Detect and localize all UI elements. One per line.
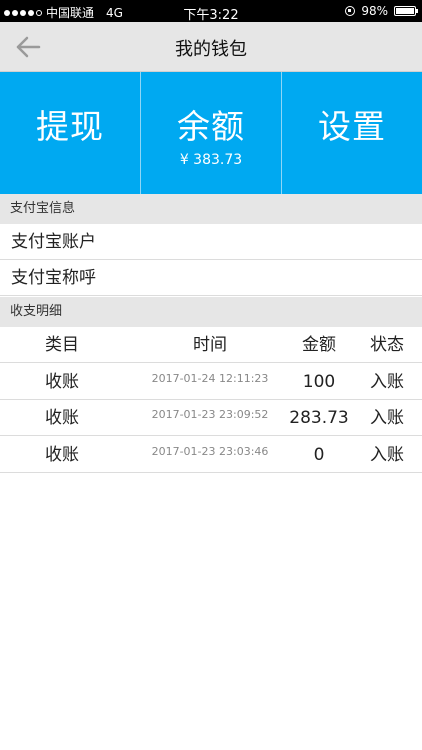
status-bar: 中国联通 4G 下午3:22 98% [0, 0, 422, 23]
wallet-actions: 提现 余额 ¥ 383.73 设置 [0, 72, 422, 194]
nav-bar: 我的钱包 [0, 22, 422, 72]
column-time: 时间 [193, 335, 227, 355]
ledger-table-header: 类目 时间 金额 状态 [0, 327, 422, 363]
row-amount: 283.73 [289, 408, 349, 428]
row-category: 收账 [45, 372, 79, 392]
battery-icon [394, 6, 418, 16]
table-row[interactable]: 收账 2017-01-23 23:03:46 0 入账 [0, 437, 422, 473]
column-status: 状态 [370, 335, 404, 355]
row-category: 收账 [45, 445, 79, 465]
withdraw-label: 提现 [36, 107, 104, 146]
row-time: 2017-01-23 23:03:46 [151, 445, 269, 458]
row-amount: 0 [313, 445, 325, 465]
row-category: 收账 [45, 408, 79, 428]
withdraw-button[interactable]: 提现 [0, 72, 141, 194]
alipay-info-header: 支付宝信息 [0, 194, 422, 224]
row-status: 入账 [370, 408, 404, 428]
balance-label: 余额 [177, 107, 245, 146]
alipay-account-row[interactable]: 支付宝账户 [0, 224, 422, 260]
settings-button[interactable]: 设置 [282, 72, 422, 194]
row-time: 2017-01-23 23:09:52 [151, 408, 269, 421]
alipay-nickname-row[interactable]: 支付宝称呼 [0, 260, 422, 296]
balance-value: ¥ 383.73 [179, 152, 243, 168]
status-right: 98% [345, 4, 418, 18]
row-amount: 100 [302, 372, 336, 392]
row-time: 2017-01-24 12:11:23 [151, 372, 269, 385]
battery-percent: 98% [361, 4, 388, 18]
column-category: 类目 [45, 335, 79, 355]
row-status: 入账 [370, 445, 404, 465]
settings-label: 设置 [318, 107, 386, 146]
table-row[interactable]: 收账 2017-01-24 12:11:23 100 入账 [0, 364, 422, 400]
row-status: 入账 [370, 372, 404, 392]
table-row[interactable]: 收账 2017-01-23 23:09:52 283.73 入账 [0, 400, 422, 436]
rotation-lock-icon [345, 6, 356, 16]
column-amount: 金额 [302, 335, 336, 355]
page-title: 我的钱包 [175, 39, 247, 60]
ledger-header: 收支明细 [0, 297, 422, 327]
balance-tile[interactable]: 余额 ¥ 383.73 [141, 72, 282, 194]
